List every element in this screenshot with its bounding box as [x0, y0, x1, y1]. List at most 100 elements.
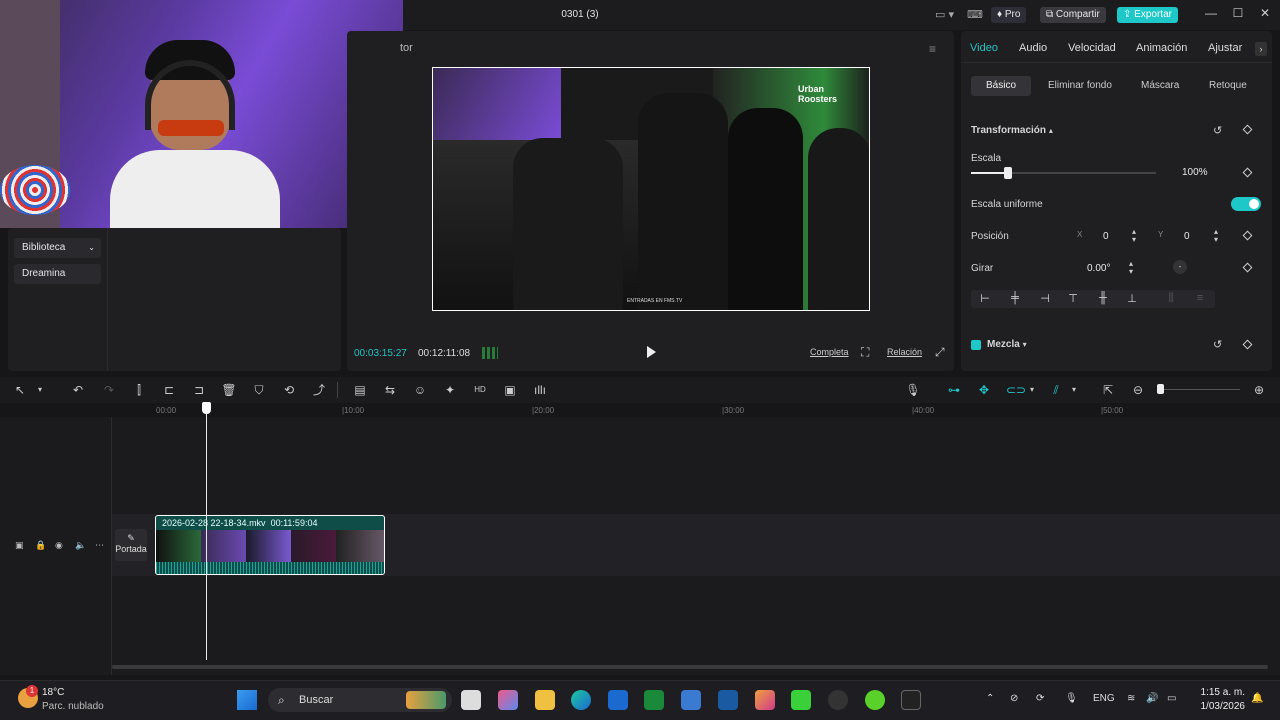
distribute-v-icon[interactable]: ≡: [1193, 292, 1207, 306]
tab-video[interactable]: Video: [970, 42, 998, 54]
align-left-icon[interactable]: ⊢: [978, 292, 992, 306]
pro-button[interactable]: ♦ Pro: [991, 7, 1027, 23]
layout-icon[interactable]: ▭ ▾: [935, 8, 954, 21]
stepper-icon[interactable]: ▴ ▾: [1214, 228, 1218, 244]
chevron-down-icon[interactable]: ▾: [1066, 382, 1082, 398]
reset-icon[interactable]: ↺: [1213, 124, 1222, 137]
more-icon[interactable]: ⋯: [95, 540, 104, 551]
delete-icon[interactable]: 🗑: [221, 382, 237, 398]
shortcut-icon[interactable]: ⌨: [967, 8, 983, 21]
track-cover-icon[interactable]: ▣: [15, 540, 24, 551]
scale-slider-handle[interactable]: [1004, 167, 1012, 179]
capcut-icon[interactable]: [901, 690, 921, 710]
reset-icon[interactable]: ↺: [1213, 338, 1222, 351]
copilot-icon[interactable]: [498, 690, 518, 710]
chevron-down-icon[interactable]: ▾: [1024, 382, 1040, 398]
close-icon[interactable]: ✕: [1256, 6, 1274, 20]
minimize-icon[interactable]: —: [1202, 6, 1220, 20]
playhead[interactable]: [206, 404, 207, 660]
clock-date[interactable]: 1/03/2026: [1190, 701, 1246, 712]
video-clip[interactable]: 2026-02-28 22-18-34.mkv 00:11:59:04: [155, 515, 385, 575]
blend-heading[interactable]: Mezcla ▾: [987, 339, 1027, 350]
language-indicator[interactable]: ENG: [1093, 693, 1115, 704]
mirror-icon[interactable]: ⇆: [382, 382, 398, 398]
cover-button[interactable]: ✎ Portada: [115, 529, 147, 561]
volume-icon[interactable]: 🔈: [75, 540, 86, 551]
subtab-mask[interactable]: Máscara: [1141, 80, 1179, 91]
maximize-icon[interactable]: ☐: [1229, 6, 1247, 20]
lock-icon[interactable]: 🔒: [35, 540, 46, 551]
marker-icon[interactable]: ⛉: [251, 382, 267, 398]
kick-icon[interactable]: [791, 690, 811, 710]
xbox-icon[interactable]: [644, 690, 664, 710]
chevron-up-icon[interactable]: ⌃: [986, 693, 994, 704]
nav-item-library[interactable]: Biblioteca ⌄: [14, 238, 101, 258]
fullscreen-icon[interactable]: ⤢: [935, 345, 945, 360]
zoom-slider[interactable]: [1160, 389, 1240, 390]
mic-tray-icon[interactable]: 🎙: [1065, 693, 1078, 704]
speed-curve-icon[interactable]: ⤴: [311, 382, 327, 398]
wifi-icon[interactable]: ≋: [1127, 693, 1135, 704]
rotate-input[interactable]: 0.00°: [1087, 263, 1110, 274]
uniform-scale-toggle[interactable]: [1231, 197, 1261, 211]
align-center-v-icon[interactable]: ╫: [1096, 292, 1110, 306]
position-x-input[interactable]: 0: [1103, 231, 1109, 242]
zoom-slider-handle[interactable]: [1157, 384, 1164, 394]
select-cursor-icon[interactable]: ↖: [12, 382, 28, 398]
battery-icon[interactable]: ▭: [1167, 693, 1176, 704]
redo-icon[interactable]: ↷: [101, 382, 117, 398]
tab-animation[interactable]: Animación: [1136, 42, 1187, 54]
tab-speed[interactable]: Velocidad: [1068, 42, 1116, 54]
tab-audio[interactable]: Audio: [1019, 42, 1047, 54]
share-button[interactable]: ⧉ Compartir: [1040, 7, 1106, 23]
main-track-magnet-icon[interactable]: ⊶: [946, 382, 962, 398]
distribute-h-icon[interactable]: ⫼: [1164, 292, 1178, 306]
video-preview[interactable]: Urban Roosters ENTRADAS EN FMS.TV: [432, 67, 870, 311]
timeline-scrollbar[interactable]: [112, 665, 1268, 669]
split-right-icon[interactable]: ⊐: [191, 382, 207, 398]
crop-icon[interactable]: ⛶: [861, 345, 869, 360]
playhead-handle[interactable]: [202, 402, 211, 414]
undo-icon[interactable]: ↶: [70, 382, 86, 398]
subtab-retouch[interactable]: Retoque: [1209, 80, 1247, 91]
link-icon[interactable]: ⊂⊃: [1006, 382, 1026, 398]
edge-icon[interactable]: [571, 690, 591, 710]
windows-start-icon[interactable]: [237, 690, 257, 710]
subtab-basic[interactable]: Básico: [971, 76, 1031, 96]
position-y-input[interactable]: 0: [1184, 231, 1190, 242]
search-box[interactable]: ⌕ Buscar: [268, 688, 452, 712]
play-icon[interactable]: [644, 345, 658, 359]
task-view-icon[interactable]: [461, 690, 481, 710]
duolingo-icon[interactable]: [865, 690, 885, 710]
chevron-right-icon[interactable]: ›: [1255, 42, 1267, 56]
fit-timeline-icon[interactable]: ⇱: [1100, 382, 1116, 398]
clock-time[interactable]: 1:15 a. m.: [1190, 687, 1245, 698]
zoom-out-icon[interactable]: ⊖: [1130, 382, 1146, 398]
transform-heading[interactable]: Transformación ▴: [971, 125, 1053, 136]
outlook-icon[interactable]: [718, 690, 738, 710]
notifications-icon[interactable]: 🔔: [1251, 693, 1263, 704]
blend-checkbox[interactable]: [971, 340, 981, 350]
stepper-icon[interactable]: ▴ ▾: [1129, 260, 1133, 276]
weather-desc[interactable]: Parc. nublado: [42, 701, 104, 712]
sync-icon[interactable]: ⟳: [1036, 693, 1044, 704]
split-icon[interactable]: ⫿: [131, 382, 147, 398]
rotate-dial-icon[interactable]: -: [1173, 260, 1187, 274]
security-icon[interactable]: ⊘: [1010, 693, 1018, 704]
scale-value[interactable]: 100%: [1182, 167, 1208, 178]
freeze-icon[interactable]: ▣: [502, 382, 518, 398]
magic-wand-icon[interactable]: ✦: [442, 382, 458, 398]
ratio-button[interactable]: Relación: [887, 347, 922, 357]
stepper-icon[interactable]: ▴ ▾: [1132, 228, 1136, 244]
eye-icon[interactable]: ◉: [55, 540, 63, 551]
menu-icon[interactable]: ≡: [929, 42, 936, 56]
export-button[interactable]: ⇪ Exportar: [1117, 7, 1178, 23]
full-button[interactable]: Completa: [810, 347, 849, 357]
speaker-icon[interactable]: 🔊: [1146, 693, 1158, 704]
caption-icon[interactable]: ▤: [352, 382, 368, 398]
zoom-in-icon[interactable]: ⊕: [1251, 382, 1267, 398]
tab-adjust[interactable]: Ajustar: [1208, 42, 1242, 54]
align-center-h-icon[interactable]: ╪: [1008, 292, 1022, 306]
hd-icon[interactable]: HD: [472, 382, 488, 398]
audio-wave-icon[interactable]: ıllı: [532, 382, 548, 398]
